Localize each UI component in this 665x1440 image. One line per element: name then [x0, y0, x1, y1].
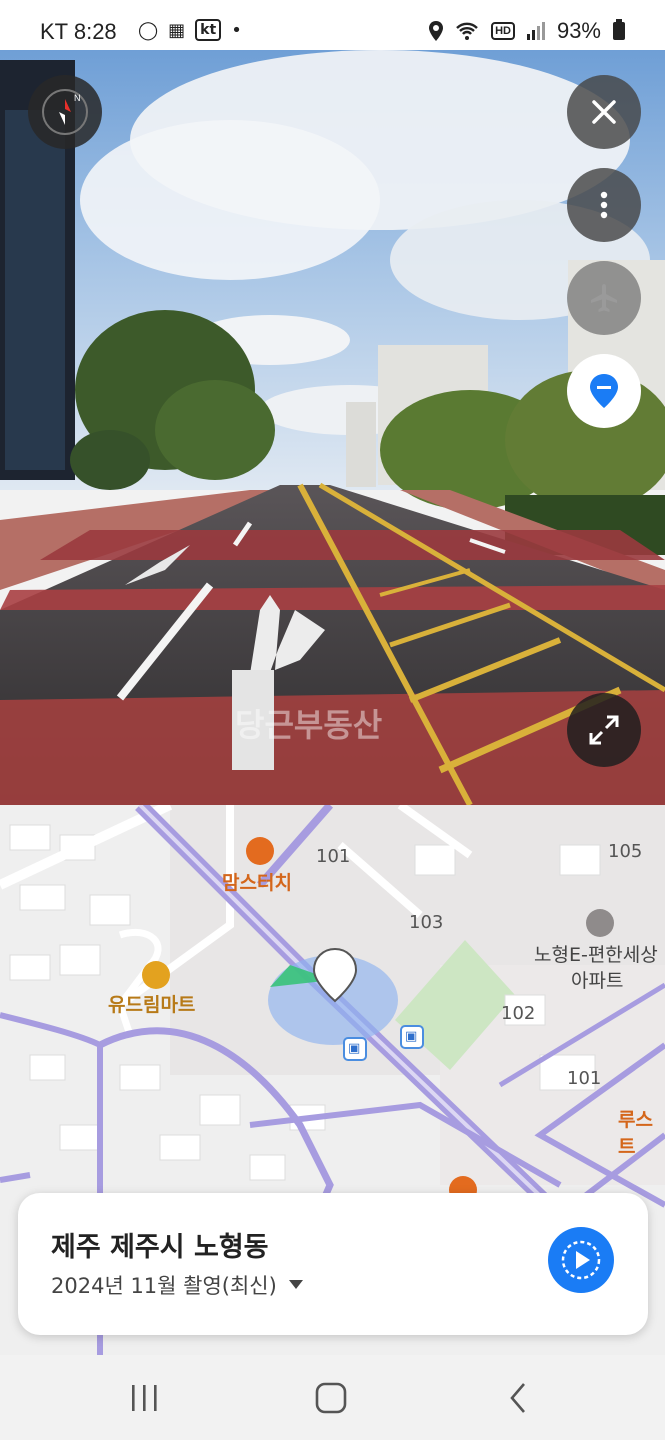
close-button[interactable] — [567, 75, 641, 149]
more-options-button[interactable] — [567, 168, 641, 242]
system-navigation-bar — [0, 1355, 665, 1440]
bus-stop-icon[interactable]: ▣ — [405, 1029, 417, 1044]
notification-app-icon: ◯ — [138, 19, 159, 41]
poi-apartment-line1[interactable]: 노형E-편한세상 — [534, 940, 658, 967]
play-time-lapse-button[interactable] — [548, 1227, 614, 1293]
battery-icon — [613, 19, 625, 40]
signal-icon — [526, 22, 545, 40]
location-info-card[interactable]: 제주 제주시 노형동 2024년 11월 촬영(최신) — [18, 1193, 648, 1335]
fullscreen-button[interactable] — [567, 693, 641, 767]
home-icon[interactable] — [315, 1382, 347, 1414]
street-view-image — [0, 50, 665, 805]
my-location-marker-button[interactable] — [567, 354, 641, 428]
bus-stop-icon[interactable]: ▣ — [348, 1041, 360, 1056]
close-icon — [592, 100, 616, 124]
battery-percent: 93% — [556, 18, 601, 43]
location-pin-icon — [429, 21, 444, 41]
location-title: 제주 제주시 노형동 — [51, 1232, 269, 1263]
status-carrier-time: KT 8:28 — [40, 19, 117, 44]
dot-icon: • — [231, 19, 242, 41]
wifi-icon — [456, 22, 478, 40]
building-101-bottom: 101 — [567, 1068, 602, 1089]
building-105: 105 — [608, 841, 643, 862]
poi-apartment-line2[interactable]: 아파트 — [571, 966, 623, 993]
play-icon — [561, 1240, 601, 1280]
dropdown-arrow-icon — [288, 1280, 303, 1289]
watermark-text: 당근부동산 — [235, 706, 383, 744]
compass-button[interactable]: N — [28, 75, 102, 149]
hd-badge: HD — [491, 22, 515, 40]
capture-date-selector[interactable]: 2024년 11월 촬영(최신) — [51, 1270, 303, 1300]
recent-apps-icon[interactable] — [130, 1384, 160, 1412]
capture-date-label: 2024년 11월 촬영(최신) — [51, 1274, 277, 1298]
aerial-view-button[interactable] — [567, 261, 641, 335]
compass-icon: N — [42, 89, 88, 135]
status-bar: KT 8:28 ◯ ▦ kt • HD 93% — [0, 0, 665, 50]
expand-icon — [589, 715, 619, 745]
location-marker-icon — [590, 374, 618, 408]
poi-udream-mart[interactable]: 유드림마트 — [108, 990, 195, 1017]
poi-rooster[interactable]: 루스트 — [618, 1105, 665, 1159]
back-icon[interactable] — [508, 1382, 528, 1414]
airplane-icon — [591, 284, 617, 312]
street-view-pin-icon — [312, 947, 358, 1003]
kt-badge-icon: kt — [195, 19, 222, 41]
building-101-top: 101 — [316, 846, 351, 867]
gallery-icon: ▦ — [168, 19, 186, 41]
svg-text:N: N — [74, 93, 81, 103]
building-102: 102 — [501, 1003, 536, 1024]
building-103: 103 — [409, 912, 444, 933]
poi-mamsteochi[interactable]: 맘스터치 — [222, 868, 292, 895]
street-view-panorama[interactable]: 당근부동산 N — [0, 50, 665, 805]
more-vertical-icon — [600, 191, 608, 219]
